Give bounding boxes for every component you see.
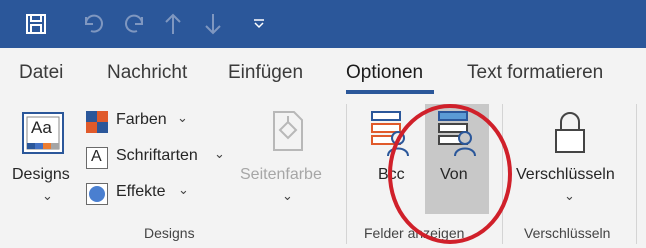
- seitenfarbe-button[interactable]: Seitenfarbe ⌄: [238, 104, 334, 214]
- arrow-up-icon[interactable]: [161, 10, 185, 38]
- chevron-down-icon: ⌄: [178, 182, 189, 197]
- tab-optionen[interactable]: Optionen: [346, 62, 423, 84]
- schriftarten-button[interactable]: A Schriftarten ⌄: [86, 146, 232, 170]
- designs-icon-glyph: Aa: [31, 118, 52, 137]
- fonts-icon-glyph: A: [91, 148, 102, 165]
- group-separator: [346, 104, 347, 244]
- active-tab-indicator: [346, 90, 434, 94]
- designs-label: Designs: [12, 166, 70, 183]
- tab-nachricht[interactable]: Nachricht: [107, 62, 187, 84]
- undo-icon[interactable]: [80, 10, 108, 38]
- colors-icon: [86, 111, 108, 133]
- redo-icon[interactable]: [120, 10, 148, 38]
- effekte-button[interactable]: Effekte ⌄: [86, 182, 196, 206]
- chevron-down-icon: ⌄: [564, 188, 575, 203]
- ribbon-tabs: Datei Nachricht Einfügen Optionen Text f…: [0, 48, 646, 98]
- designs-button[interactable]: Aa Designs ⌄: [8, 104, 80, 214]
- page-color-icon: [270, 110, 306, 152]
- verschluesseln-button[interactable]: Verschlüsseln ⌄: [512, 104, 628, 214]
- quick-access-toolbar: [0, 0, 646, 48]
- farben-button[interactable]: Farben ⌄: [86, 110, 196, 134]
- annotation-circle: [384, 100, 516, 248]
- customize-qat-icon[interactable]: [249, 10, 269, 38]
- chevron-down-icon: ⌄: [282, 188, 293, 203]
- schriftarten-label: Schriftarten: [116, 147, 198, 164]
- chevron-down-icon: ⌄: [214, 146, 225, 161]
- tab-einfuegen[interactable]: Einfügen: [228, 62, 303, 84]
- arrow-down-icon[interactable]: [201, 10, 225, 38]
- group-label-designs: Designs: [144, 225, 195, 241]
- save-icon[interactable]: [22, 10, 50, 38]
- lock-icon: [554, 110, 586, 154]
- seitenfarbe-label: Seitenfarbe: [240, 166, 322, 183]
- tab-text-formatieren[interactable]: Text formatieren: [467, 62, 603, 84]
- group-label-verschluesseln: Verschlüsseln: [524, 225, 611, 241]
- tab-datei[interactable]: Datei: [19, 62, 63, 84]
- effects-icon: [86, 183, 108, 205]
- effekte-label: Effekte: [116, 183, 166, 200]
- chevron-down-icon: ⌄: [42, 188, 53, 203]
- verschluesseln-label: Verschlüsseln: [516, 166, 615, 183]
- farben-label: Farben: [116, 111, 167, 128]
- group-separator: [636, 104, 637, 244]
- fonts-icon: A: [86, 147, 108, 169]
- chevron-down-icon: ⌄: [177, 110, 188, 125]
